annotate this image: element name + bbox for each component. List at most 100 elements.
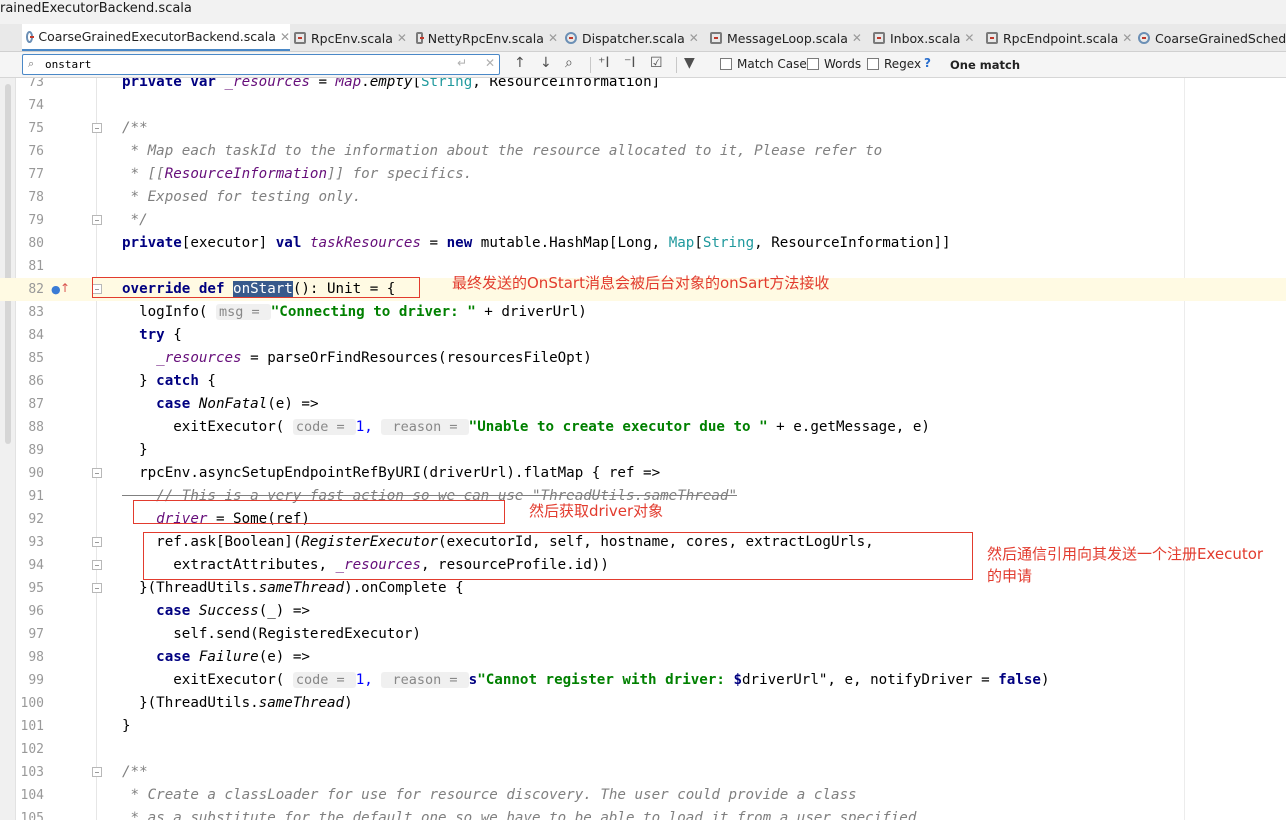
code-text: private[executor] val taskResources = ne… <box>122 232 951 255</box>
line-number: 92 <box>28 512 44 527</box>
close-icon[interactable]: ✕ <box>689 31 699 45</box>
code-line: 101 } <box>0 715 1286 738</box>
close-icon[interactable]: ✕ <box>280 30 290 44</box>
code-token: ResourceInformation <box>164 166 328 182</box>
new-line-icon[interactable]: ↵ <box>457 56 467 70</box>
code-token: mutable.HashMap[Long, <box>480 235 669 251</box>
scala-file-icon <box>986 32 998 44</box>
regex-checkbox[interactable]: Regex <box>867 57 921 71</box>
tab-inbox[interactable]: Inbox.scala ✕ <box>873 24 983 51</box>
find-field[interactable]: ⌕ ↵ ✕ <box>22 54 500 75</box>
code-text: private var _resources = Map.empty[Strin… <box>122 78 660 94</box>
code-line: 100 }(ThreadUtils.sameThread) <box>0 692 1286 715</box>
previous-occurrence-icon[interactable]: ↑ <box>514 55 526 71</box>
close-icon[interactable]: ✕ <box>852 31 862 45</box>
code-text: } <box>122 442 148 458</box>
fold-toggle-icon[interactable] <box>92 767 102 777</box>
line-number: 80 <box>28 236 44 251</box>
tab-coarse-grained-executor-backend[interactable]: CoarseGrainedExecutorBackend.scala ✕ <box>22 24 290 51</box>
close-icon[interactable]: ✕ <box>964 31 974 45</box>
next-occurrence-icon[interactable]: ↓ <box>540 55 552 71</box>
close-icon[interactable]: ✕ <box>397 31 407 45</box>
code-token: { <box>164 327 182 343</box>
code-text: * Map each taskId to the information abo… <box>122 143 883 159</box>
tab-rpcenv[interactable]: RpcEnv.scala ✕ <box>294 24 414 51</box>
code-text: /** <box>122 120 148 136</box>
tab-messageloop[interactable]: MessageLoop.scala ✕ <box>710 24 870 51</box>
checkbox-box[interactable] <box>867 58 879 70</box>
code-token: empty <box>369 78 413 90</box>
code-text: self.send(RegisteredExecutor) <box>122 626 421 642</box>
code-token: (e) => <box>258 649 310 665</box>
code-text: /** <box>122 764 148 780</box>
regex-help-link[interactable]: ? <box>924 56 931 70</box>
line-number: 79 <box>28 213 44 228</box>
fold-toggle-icon[interactable] <box>92 583 102 593</box>
code-token: + e.getMessage, e) <box>767 419 930 435</box>
line-number: 75 <box>28 121 44 136</box>
code-token: 1, <box>355 672 382 688</box>
fold-toggle-icon[interactable] <box>92 123 102 133</box>
tab-rpcendpoint[interactable]: RpcEndpoint.scala ✕ <box>986 24 1134 51</box>
annotation-note-register-line2: 的申请 <box>987 567 1033 585</box>
match-case-checkbox[interactable]: Match Case <box>720 57 807 71</box>
line-number: 83 <box>28 305 44 320</box>
code-token: "Unable to create executor due to " <box>468 419 768 435</box>
checkbox-box[interactable] <box>720 58 732 70</box>
code-token: , ResourceInformation]] <box>754 235 951 251</box>
code-text: _resources = parseOrFindResources(resour… <box>122 347 592 370</box>
code-line: 103 /** <box>0 761 1286 784</box>
code-token: ]] for specifics. <box>327 166 473 182</box>
close-icon[interactable]: ✕ <box>548 31 558 45</box>
words-checkbox[interactable]: Words <box>807 57 861 71</box>
line-number: 90 <box>28 466 44 481</box>
line-number: 95 <box>28 581 44 596</box>
code-token: } <box>122 373 157 389</box>
code-line: 98 case Failure(e) => <box>0 646 1286 669</box>
fold-toggle-icon[interactable] <box>92 468 102 478</box>
overrides-arrow-icon[interactable]: ↑ <box>60 281 70 295</box>
tab-label: Dispatcher.scala <box>582 30 685 46</box>
scala-class-icon <box>1138 32 1150 44</box>
code-editor[interactable]: 73 private var _resources = Map.empty[St… <box>0 78 1286 820</box>
annotation-note-driver: 然后获取driver对象 <box>529 502 664 520</box>
code-line: 79 */ <box>0 209 1286 232</box>
code-token: String <box>420 78 473 90</box>
tab-label: RpcEndpoint.scala <box>1003 30 1119 46</box>
code-token: exitExecutor( <box>122 672 293 688</box>
find-bar: ⌕ ↵ ✕ ↑ ↓ ⌕ ⁺I ⁻I ☑ ▼ Match Case Words R… <box>0 52 1286 78</box>
code-line: 89 } <box>0 439 1286 462</box>
code-token: Failure <box>198 649 259 665</box>
fold-toggle-icon[interactable] <box>92 537 102 547</box>
code-line: 97 self.send(RegisteredExecutor) <box>0 623 1286 646</box>
scala-file-icon <box>416 32 424 44</box>
select-all-occurrences-icon[interactable]: ☑ <box>650 55 663 71</box>
parameter-hint: code = <box>292 672 356 688</box>
search-icon[interactable]: ⌕ <box>28 57 34 71</box>
code-token: NonFatal <box>198 396 268 412</box>
code-token: String <box>702 235 755 251</box>
tab-dispatcher[interactable]: Dispatcher.scala ✕ <box>565 24 707 51</box>
line-number: 86 <box>28 374 44 389</box>
code-line: 88 exitExecutor( code = 1, reason = "Una… <box>0 416 1286 439</box>
scala-file-icon <box>873 32 885 44</box>
clear-icon[interactable]: ✕ <box>485 56 495 70</box>
line-number: 84 <box>28 328 44 343</box>
close-icon[interactable]: ✕ <box>1122 31 1132 45</box>
fold-toggle-icon[interactable] <box>92 215 102 225</box>
tab-nettyrpcenv[interactable]: NettyRpcEnv.scala ✕ <box>416 24 558 51</box>
code-token: Success <box>198 603 259 619</box>
code-line: 87 case NonFatal(e) => <box>0 393 1286 416</box>
checkbox-box[interactable] <box>807 58 819 70</box>
tab-coarse-grained-scheduler[interactable]: CoarseGrainedSchedu <box>1138 24 1286 51</box>
line-number: 76 <box>28 144 44 159</box>
filter-icon[interactable]: ▼ <box>684 55 695 71</box>
code-line: 85 _resources = parseOrFindResources(res… <box>0 347 1286 370</box>
remove-occurrence-icon[interactable]: ⁻I <box>624 55 636 71</box>
add-occurrence-icon[interactable]: ⁺I <box>598 55 610 71</box>
code-line: 83 logInfo( msg = "Connecting to driver:… <box>0 301 1286 324</box>
search-input[interactable] <box>45 57 445 72</box>
find-in-path-icon[interactable]: ⌕ <box>565 55 573 71</box>
fold-toggle-icon[interactable] <box>92 560 102 570</box>
